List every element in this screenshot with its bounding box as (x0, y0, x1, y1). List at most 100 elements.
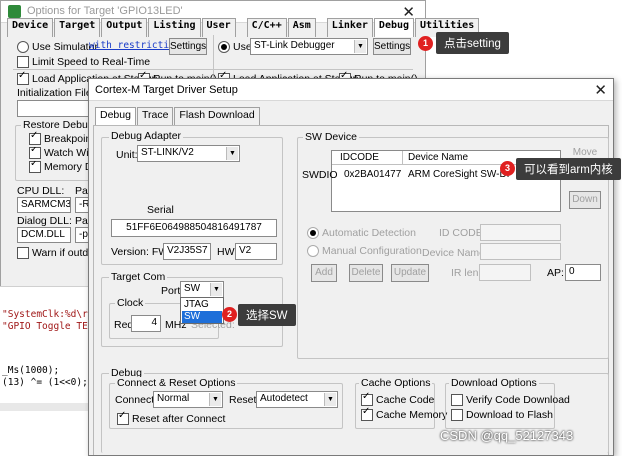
cache-memory-option[interactable]: Cache Memory (361, 406, 447, 422)
code-editor: "SystemClk:%d\r\ "GPIO Toggle TE: _Ms(10… (0, 286, 94, 456)
memory-display-option[interactable]: Memory Display (29, 161, 93, 174)
tab-target[interactable]: Target (54, 18, 101, 37)
reset-after-connect-checkbox[interactable] (117, 410, 129, 426)
use-simulator-option[interactable]: Use Simulator (17, 41, 98, 54)
memory-display-checkbox[interactable] (29, 161, 41, 174)
warn-label: Warn if outdated Executable is loaded (32, 247, 93, 259)
auto-detect-radio[interactable] (307, 227, 319, 240)
limit-speed-option[interactable]: Limit Speed to Real-Time (17, 56, 150, 69)
tab-output[interactable]: Output (101, 18, 148, 37)
id-code-field[interactable] (480, 224, 561, 241)
init-file-label: Initialization File: (17, 87, 95, 99)
manual-config-label: Manual Configuration (322, 245, 422, 257)
auto-detect-label: Automatic Detection (322, 227, 416, 239)
debugger-settings-button[interactable]: Settings (373, 38, 411, 55)
tab-driver-flash[interactable]: Flash Download (174, 107, 260, 126)
tab-driver-debug[interactable]: Debug (95, 107, 136, 126)
callout-arm-core: 可以看到arm内核 (516, 158, 621, 180)
download-flash-label: Download to Flash (466, 409, 553, 421)
verify-code-option[interactable]: Verify Code Download (451, 394, 570, 407)
verify-code-label: Verify Code Download (466, 394, 570, 406)
hw-field: V2 (235, 243, 277, 260)
move-down-button[interactable]: Down (569, 191, 601, 209)
tab-debug[interactable]: Debug (373, 18, 415, 37)
cpu-dll-field[interactable]: SARMCM3.DLL (17, 197, 71, 213)
ir-len-field[interactable] (479, 264, 531, 281)
cache-memory-checkbox[interactable] (361, 406, 373, 422)
tab-driver-trace[interactable]: Trace (136, 107, 174, 126)
driver-setup-dialog: Cortex-M Target Driver Setup ✕ Debug Trac… (88, 78, 614, 456)
use-simulator-radio[interactable] (17, 41, 29, 54)
restore-group-legend: Restore Debug Session Settings (21, 119, 91, 131)
tab-device[interactable]: Device (7, 18, 54, 37)
cache-code-option[interactable]: Cache Code (361, 391, 434, 407)
port-value: SW (184, 283, 201, 294)
verify-code-checkbox[interactable] (451, 394, 463, 407)
reset-after-connect-option[interactable]: Reset after Connect (117, 410, 225, 426)
app-icon (8, 5, 21, 18)
unit-select[interactable]: ST-LINK/V2 ▼ (137, 145, 240, 162)
ap-label: AP: (547, 267, 564, 279)
tab-linker[interactable]: Linker (326, 18, 373, 37)
sw-device-legend: SW Device (303, 131, 359, 143)
sw-table-col-divider (402, 151, 403, 165)
reset-label: Reset: (229, 394, 260, 406)
device-name-field[interactable] (480, 243, 561, 260)
sw-idcode-cell: 0x2BA01477 (344, 169, 402, 180)
delete-button[interactable]: Delete (349, 264, 383, 282)
debugger-select[interactable]: ST-Link Debugger ▼ (250, 38, 368, 55)
breakpoints-checkbox[interactable] (29, 130, 41, 146)
cache-code-checkbox[interactable] (361, 391, 373, 407)
connect-label: Connect: (115, 394, 158, 406)
req-field[interactable]: 4 (131, 315, 161, 332)
reset-select[interactable]: Autodetect ▼ (256, 391, 338, 408)
tab-cc[interactable]: C/C++ (246, 18, 287, 37)
load-app-checkbox[interactable] (17, 70, 29, 86)
connect-select[interactable]: Normal ▼ (153, 391, 223, 408)
update-button[interactable]: Update (391, 264, 429, 282)
cache-options-legend: Cache Options (359, 377, 433, 389)
init-file-input[interactable] (17, 100, 93, 117)
sw-device-cell: ARM CoreSight SW-DP (408, 169, 514, 180)
callout-click-setting: 点击setting (436, 32, 509, 54)
dialog-dll-label: Dialog DLL: (17, 215, 72, 227)
manual-config-option[interactable]: Manual Configuration (307, 245, 422, 258)
watch-windows-option[interactable]: Watch Windows (29, 147, 93, 160)
tab-asm[interactable]: Asm (287, 18, 316, 37)
port-dropdown-list[interactable]: JTAG SW (180, 297, 224, 324)
editor-scroll-track[interactable] (0, 403, 92, 411)
dialog-close-icon[interactable]: ✕ (594, 81, 607, 99)
callout-select-sw: 选择SW (238, 304, 296, 326)
device-name-label: Device Name: (422, 247, 488, 259)
port-select[interactable]: SW ▼ (180, 281, 224, 298)
code-line: "SystemClk:%d\r\ (2, 309, 94, 320)
watermark: CSDN @qq_52127343 (440, 428, 574, 443)
dialog-dll-field[interactable]: DCM.DLL (17, 227, 71, 243)
use-debugger-radio[interactable] (218, 41, 230, 54)
version-fw-label: Version: FW: (111, 246, 171, 258)
col-idcode: IDCODE (340, 152, 379, 163)
add-button[interactable]: Add (311, 264, 337, 282)
step-badge-2: 2 (222, 307, 237, 322)
manual-config-radio[interactable] (307, 245, 319, 258)
serial-label: Serial (147, 204, 174, 216)
auto-detect-option[interactable]: Automatic Detection (307, 227, 416, 240)
download-options-legend: Download Options (449, 377, 539, 389)
port-option-sw[interactable]: SW (182, 311, 222, 323)
watch-windows-checkbox[interactable] (29, 147, 41, 160)
tab-listing[interactable]: Listing (148, 18, 201, 37)
download-flash-option[interactable]: Download to Flash (451, 409, 553, 422)
download-flash-checkbox[interactable] (451, 409, 463, 422)
watch-windows-label: Watch Windows (44, 147, 93, 159)
fw-field: V2J35S7 (163, 243, 211, 260)
ap-field[interactable]: 0 (565, 264, 601, 281)
warn-option[interactable]: Warn if outdated Executable is loaded (17, 247, 93, 260)
tab-user[interactable]: User (201, 18, 236, 37)
target-com-legend: Target Com (109, 271, 168, 283)
port-option-jtag[interactable]: JTAG (182, 299, 222, 311)
warn-checkbox[interactable] (17, 247, 29, 260)
simulator-settings-button[interactable]: Settings (169, 38, 207, 55)
step-badge-3: 3 (500, 161, 515, 176)
limit-speed-checkbox[interactable] (17, 56, 29, 69)
cpu-dll-label: CPU DLL: (17, 185, 65, 197)
